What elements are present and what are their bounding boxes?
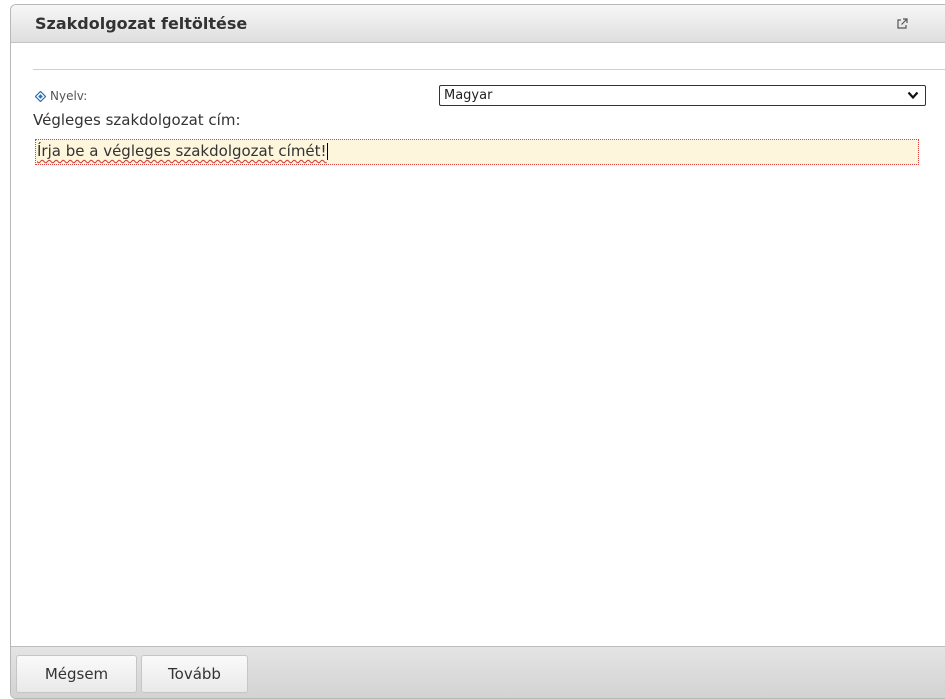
language-label: Nyelv: [35,89,87,103]
upload-dialog: Szakdolgozat feltöltése Nyelv: Magyar Vé… [10,4,945,699]
thesis-title-input[interactable]: Írja be a végleges szakdolgozat címét! [35,139,919,165]
dialog-title: Szakdolgozat feltöltése [35,14,248,33]
cancel-button[interactable]: Mégsem [16,655,137,693]
chevron-down-icon [907,91,919,100]
language-label-text: Nyelv: [50,89,88,103]
next-button[interactable]: Tovább [141,655,248,693]
diamond-icon [35,90,46,102]
thesis-title-label: Végleges szakdolgozat cím: [33,111,241,129]
text-caret [326,143,328,160]
header-divider [33,69,945,70]
dialog-titlebar: Szakdolgozat feltöltése [11,5,945,43]
language-select[interactable]: Magyar [439,85,926,106]
popout-icon[interactable] [896,18,908,30]
dialog-footer: Mégsem Tovább [11,646,945,698]
language-select-value: Magyar [444,88,493,103]
thesis-title-text: Írja be a végleges szakdolgozat címét! [37,142,327,160]
